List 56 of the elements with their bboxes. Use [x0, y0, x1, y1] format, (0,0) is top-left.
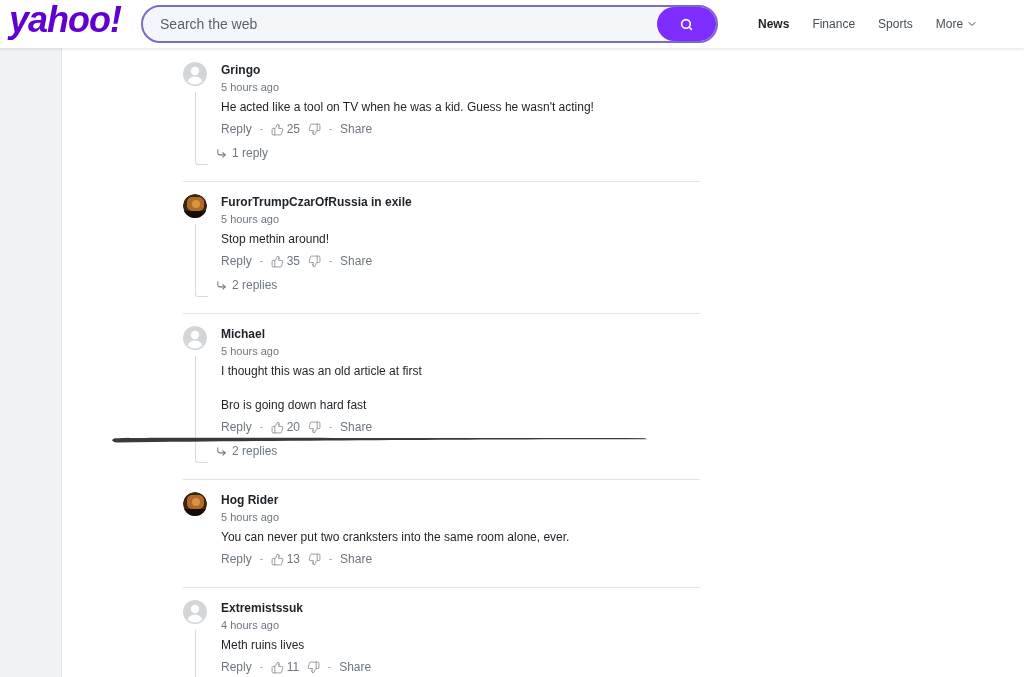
comment-time: 5 hours ago	[221, 80, 281, 95]
share-button[interactable]: Share	[340, 419, 373, 435]
search-field[interactable]: Search the web	[141, 5, 718, 43]
comment-time: 5 hours ago	[221, 212, 281, 227]
thumbs-up-icon	[270, 254, 284, 268]
commenter-name[interactable]: Michael	[221, 326, 422, 342]
nav-link[interactable]: Finance	[812, 15, 856, 33]
comment-text: Meth ruins lives	[221, 637, 306, 653]
thumbs-up-icon	[270, 122, 284, 136]
thumbs-down-icon[interactable]	[308, 254, 322, 268]
comment-time: 5 hours ago	[221, 344, 281, 359]
comment-time: 5 hours ago	[221, 510, 281, 525]
commenter-name[interactable]: Extremistssuk	[221, 600, 372, 616]
replies-link[interactable]: 1 reply	[216, 145, 269, 161]
reply-button[interactable]: Reply	[221, 419, 252, 435]
comment-text: Stop methin around!	[221, 231, 331, 247]
nav-link[interactable]: Sports	[878, 15, 913, 33]
thumbs-down-icon[interactable]	[308, 420, 322, 434]
like-button[interactable]: 13	[270, 551, 301, 567]
like-button[interactable]: 35	[270, 253, 301, 269]
comment-text: You can never put two cranksters into the same room alone, ever.	[221, 529, 570, 545]
comment-text: Bro is going down hard fast	[221, 397, 368, 413]
commenter-name[interactable]: FurorTrumpCzarOfRussia in exile	[221, 194, 412, 210]
comment-time: 4 hours ago	[221, 618, 281, 633]
share-button[interactable]: Share	[340, 551, 373, 567]
reply-arrow-icon	[216, 445, 227, 457]
share-button[interactable]: Share	[340, 121, 373, 137]
nav-link[interactable]: More	[935, 15, 979, 33]
nav-link[interactable]: News	[758, 15, 790, 33]
like-button[interactable]: 11	[270, 659, 300, 675]
commenter-name[interactable]: Gringo	[221, 62, 594, 78]
thumbs-down-icon[interactable]	[308, 122, 322, 136]
reply-button[interactable]: Reply	[221, 121, 252, 137]
logo[interactable]: yahoo!	[9, 2, 121, 38]
reply-button[interactable]: Reply	[221, 659, 252, 675]
reply-button[interactable]: Reply	[221, 253, 252, 269]
thumbs-up-icon	[270, 420, 284, 434]
comment-text: He acted like a tool on TV when he was a kid. Guess he wasn't acting!	[221, 99, 594, 115]
reply-arrow-icon	[216, 147, 227, 159]
comment-text: I thought this was an old article at first	[221, 363, 422, 379]
search-icon	[680, 17, 693, 31]
commenter-name[interactable]: Hog Rider	[221, 492, 570, 508]
share-button[interactable]: Share	[339, 659, 372, 675]
thumbs-down-icon[interactable]	[307, 660, 321, 674]
replies-link[interactable]: 2 replies	[216, 277, 278, 293]
search-input[interactable]: Search the web	[160, 13, 657, 35]
search-button[interactable]	[657, 7, 716, 41]
like-button[interactable]: 25	[270, 121, 301, 137]
like-button[interactable]: 20	[270, 419, 301, 435]
thumbs-up-icon	[270, 660, 284, 674]
share-button[interactable]: Share	[340, 253, 373, 269]
reply-button[interactable]: Reply	[221, 551, 252, 567]
reply-arrow-icon	[216, 279, 227, 291]
thumbs-up-icon	[270, 552, 284, 566]
replies-link[interactable]: 2 replies	[216, 443, 278, 459]
thumbs-down-icon[interactable]	[308, 552, 322, 566]
